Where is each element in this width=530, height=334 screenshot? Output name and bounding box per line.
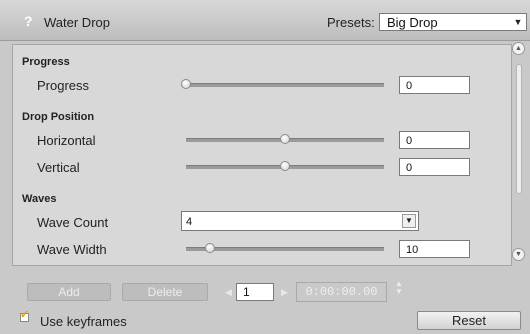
help-icon[interactable]: ?	[24, 13, 33, 29]
section-title-drop-position: Drop Position	[22, 111, 95, 123]
checkmark-icon: ✓	[20, 309, 30, 321]
section-title-progress: Progress	[22, 56, 70, 68]
scrollbar-thumb[interactable]	[516, 64, 522, 194]
presets-value: Big Drop	[387, 15, 438, 30]
vertical-label: Vertical	[37, 160, 80, 175]
vertical-field[interactable]: 0	[399, 158, 470, 176]
presets-dropdown[interactable]: Big Drop ▼	[379, 13, 527, 31]
section-title-waves: Waves	[22, 193, 57, 205]
wave-count-value: 4	[186, 216, 193, 228]
progress-label: Progress	[37, 78, 90, 93]
timecode-stepper[interactable]: ▲ ▼	[395, 280, 403, 296]
presets-label: Presets:	[327, 15, 375, 30]
chevron-down-icon[interactable]: ▼	[402, 214, 416, 228]
wave-count-label: Wave Count	[37, 215, 109, 230]
scroll-up-icon[interactable]: ▲	[512, 42, 525, 55]
wave-width-label: Wave Width	[37, 242, 107, 257]
progress-slider-track[interactable]	[181, 79, 384, 89]
keyframe-number-field[interactable]: 1	[236, 283, 274, 301]
vertical-slider-thumb[interactable]	[280, 161, 290, 171]
add-keyframe-button[interactable]: Add	[27, 283, 111, 301]
effect-title: Water Drop	[44, 15, 110, 30]
title-bar: ? Water Drop Presets: Big Drop ▼	[0, 0, 530, 41]
horizontal-field[interactable]: 0	[399, 131, 470, 149]
progress-slider-thumb[interactable]	[181, 79, 191, 89]
wave-width-field[interactable]: 10	[399, 240, 470, 258]
horizontal-label: Horizontal	[37, 133, 96, 148]
use-keyframes-label: Use keyframes	[40, 314, 127, 329]
progress-field[interactable]: 0	[399, 76, 470, 94]
timecode-field[interactable]: 0:00:00.00	[296, 282, 387, 302]
wave-count-dropdown[interactable]: 4 ▼	[181, 211, 419, 231]
next-keyframe-icon[interactable]: ▶	[281, 282, 288, 302]
step-down-icon[interactable]: ▼	[395, 287, 403, 296]
vertical-scrollbar[interactable]: ▲ ▼	[509, 42, 529, 266]
delete-keyframe-button[interactable]: Delete	[122, 283, 208, 301]
vertical-slider-track[interactable]	[186, 161, 384, 171]
wave-width-slider-thumb[interactable]	[204, 243, 215, 253]
wave-width-slider-track[interactable]	[186, 243, 384, 253]
horizontal-slider-thumb[interactable]	[280, 134, 290, 144]
reset-button[interactable]: Reset	[417, 311, 521, 330]
horizontal-slider-track[interactable]	[186, 134, 384, 144]
chevron-down-icon[interactable]: ▼	[511, 15, 525, 29]
use-keyframes-checkbox[interactable]: ✓	[20, 309, 29, 322]
previous-keyframe-icon[interactable]: ◀	[225, 282, 232, 302]
scroll-down-icon[interactable]: ▼	[512, 248, 525, 261]
